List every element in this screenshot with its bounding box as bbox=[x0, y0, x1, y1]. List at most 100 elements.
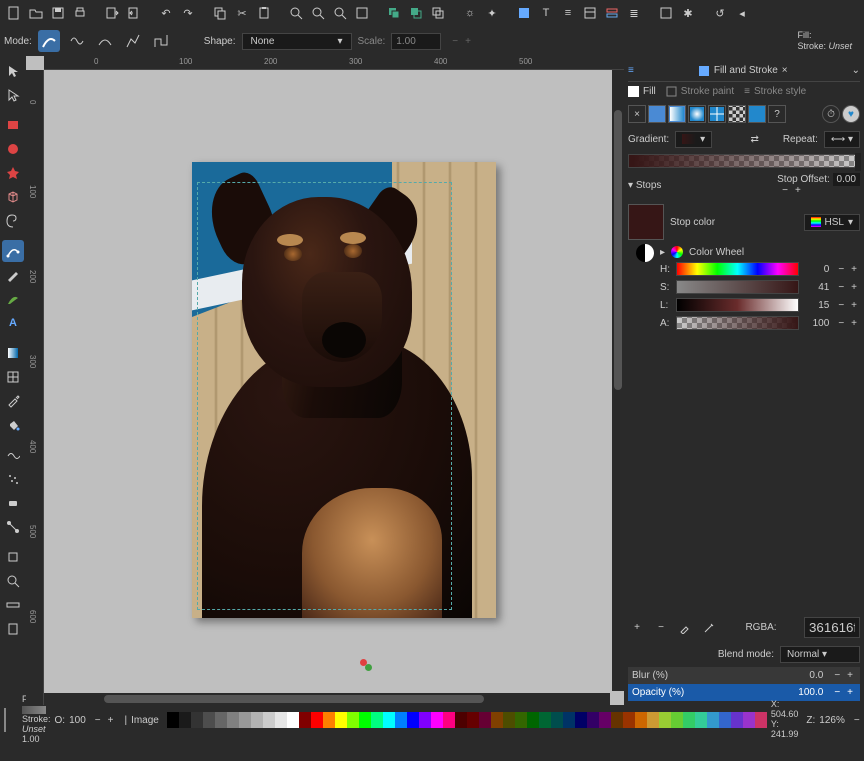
o-value[interactable]: 100 bbox=[69, 715, 86, 726]
palette-swatch[interactable] bbox=[671, 712, 683, 728]
palette-swatch[interactable] bbox=[575, 712, 587, 728]
add-stop-icon[interactable]: + bbox=[628, 619, 646, 637]
bezier-tool-icon[interactable] bbox=[2, 240, 24, 262]
scale-input[interactable]: 1.00 bbox=[391, 33, 441, 50]
dropper-tool-icon[interactable] bbox=[2, 390, 24, 412]
lpe-tool-icon[interactable] bbox=[2, 546, 24, 568]
mode-bezier-icon[interactable] bbox=[38, 30, 60, 52]
cut-icon[interactable]: ✂ bbox=[232, 3, 252, 23]
node-tool-icon[interactable] bbox=[2, 84, 24, 106]
palette-swatch[interactable] bbox=[383, 712, 395, 728]
palette-swatch[interactable] bbox=[479, 712, 491, 728]
blend-select[interactable]: Normal ▾ bbox=[780, 646, 860, 663]
palette-swatch[interactable] bbox=[527, 712, 539, 728]
dock-icon[interactable]: ≡ bbox=[628, 65, 634, 76]
palette-swatch[interactable] bbox=[539, 712, 551, 728]
panel-tab[interactable]: Fill and Stroke × bbox=[698, 65, 788, 77]
stop-offset-value[interactable]: 0.00 bbox=[833, 173, 860, 186]
text-dlg-icon[interactable]: T bbox=[536, 3, 556, 23]
scale-inc[interactable]: + bbox=[462, 36, 474, 47]
palette-swatch[interactable] bbox=[611, 712, 623, 728]
palette-swatch[interactable] bbox=[191, 712, 203, 728]
layers-icon[interactable] bbox=[602, 3, 622, 23]
mesh-tool-icon[interactable] bbox=[2, 366, 24, 388]
gradient-tool-icon[interactable] bbox=[2, 342, 24, 364]
palette-swatch[interactable] bbox=[215, 712, 227, 728]
paint-pattern-icon[interactable] bbox=[728, 105, 746, 123]
bucket-tool-icon[interactable] bbox=[2, 414, 24, 436]
paint-mesh-icon[interactable] bbox=[708, 105, 726, 123]
export-icon[interactable] bbox=[124, 3, 144, 23]
unlink-icon[interactable] bbox=[428, 3, 448, 23]
offset-dec[interactable]: − bbox=[779, 185, 791, 196]
mode-bspline-icon[interactable] bbox=[94, 30, 116, 52]
clone-icon[interactable] bbox=[406, 3, 426, 23]
ellipse-tool-icon[interactable] bbox=[2, 138, 24, 160]
text-tool-icon[interactable]: A bbox=[2, 312, 24, 334]
zoom-out-icon[interactable] bbox=[308, 3, 328, 23]
canvas[interactable] bbox=[44, 70, 610, 691]
close-icon[interactable]: × bbox=[782, 65, 788, 76]
palette-swatch[interactable] bbox=[287, 712, 299, 728]
fill-dlg-icon[interactable] bbox=[514, 3, 534, 23]
import-icon[interactable] bbox=[102, 3, 122, 23]
palette-swatch[interactable] bbox=[731, 712, 743, 728]
snap-icon[interactable]: ↺ bbox=[710, 3, 730, 23]
paint-none-icon[interactable]: × bbox=[628, 105, 646, 123]
spray-tool-icon[interactable] bbox=[2, 468, 24, 490]
palette-swatch[interactable] bbox=[587, 712, 599, 728]
palette-swatch[interactable] bbox=[443, 712, 455, 728]
palette-swatch[interactable] bbox=[407, 712, 419, 728]
stop-color-swatch[interactable] bbox=[628, 204, 664, 240]
zoom-fit-icon[interactable] bbox=[330, 3, 350, 23]
scrollbar-vertical[interactable] bbox=[612, 70, 624, 691]
palette-swatch[interactable] bbox=[263, 712, 275, 728]
undo-icon[interactable]: ↶ bbox=[156, 3, 176, 23]
zoom-value[interactable]: 126% bbox=[819, 715, 845, 726]
palette-swatch[interactable] bbox=[311, 712, 323, 728]
hue-slider[interactable] bbox=[676, 262, 799, 276]
collapse-icon[interactable]: ⌄ bbox=[852, 65, 860, 76]
opacity-value[interactable]: 100.0 bbox=[798, 687, 823, 698]
palette-swatch[interactable] bbox=[719, 712, 731, 728]
paint-swatch-icon[interactable] bbox=[748, 105, 766, 123]
palette-swatch[interactable] bbox=[755, 712, 767, 728]
ungroup-icon[interactable]: ✦ bbox=[482, 3, 502, 23]
connector-tool-icon[interactable] bbox=[2, 516, 24, 538]
palette-swatch[interactable] bbox=[179, 712, 191, 728]
mode-paraxial-icon[interactable] bbox=[150, 30, 172, 52]
more-icon[interactable]: ◂ bbox=[732, 3, 752, 23]
paint-unknown-icon[interactable]: ? bbox=[768, 105, 786, 123]
palette-swatch[interactable] bbox=[599, 712, 611, 728]
paint-linear-icon[interactable] bbox=[668, 105, 686, 123]
scale-dec[interactable]: − bbox=[449, 36, 461, 47]
save-icon[interactable] bbox=[48, 3, 68, 23]
palette-swatch[interactable] bbox=[335, 712, 347, 728]
shield-icon[interactable]: ♥ bbox=[842, 105, 860, 123]
xml-icon[interactable] bbox=[580, 3, 600, 23]
paint-flat-icon[interactable] bbox=[648, 105, 666, 123]
tab-fill[interactable]: Fill bbox=[628, 86, 656, 97]
zoom-tool-icon[interactable] bbox=[2, 570, 24, 592]
mode-spiro-icon[interactable] bbox=[66, 30, 88, 52]
repeat-select[interactable]: ⟷ ▾ bbox=[824, 131, 860, 148]
flip-icon[interactable]: ⇄ bbox=[750, 134, 758, 145]
rect-tool-icon[interactable] bbox=[2, 114, 24, 136]
prefs-icon[interactable] bbox=[656, 3, 676, 23]
palette-swatch[interactable] bbox=[275, 712, 287, 728]
align-icon[interactable]: ≡ bbox=[558, 3, 578, 23]
hold-icon[interactable]: ⏱ bbox=[822, 105, 840, 123]
no-color-swatch[interactable] bbox=[4, 708, 6, 732]
palette-swatch[interactable] bbox=[707, 712, 719, 728]
palette-swatch[interactable] bbox=[347, 712, 359, 728]
palette-swatch[interactable] bbox=[659, 712, 671, 728]
expand-cw-icon[interactable]: ▸ bbox=[660, 247, 665, 258]
paste-icon[interactable] bbox=[254, 3, 274, 23]
tab-stroke-style[interactable]: ≡ Stroke style bbox=[744, 86, 806, 97]
palette-swatch[interactable] bbox=[419, 712, 431, 728]
gradient-select[interactable]: ▾ bbox=[675, 131, 712, 148]
layer-indicator[interactable]: Image bbox=[131, 715, 159, 726]
palette-swatch[interactable] bbox=[743, 712, 755, 728]
palette-swatch[interactable] bbox=[551, 712, 563, 728]
pages-tool-icon[interactable] bbox=[2, 618, 24, 640]
